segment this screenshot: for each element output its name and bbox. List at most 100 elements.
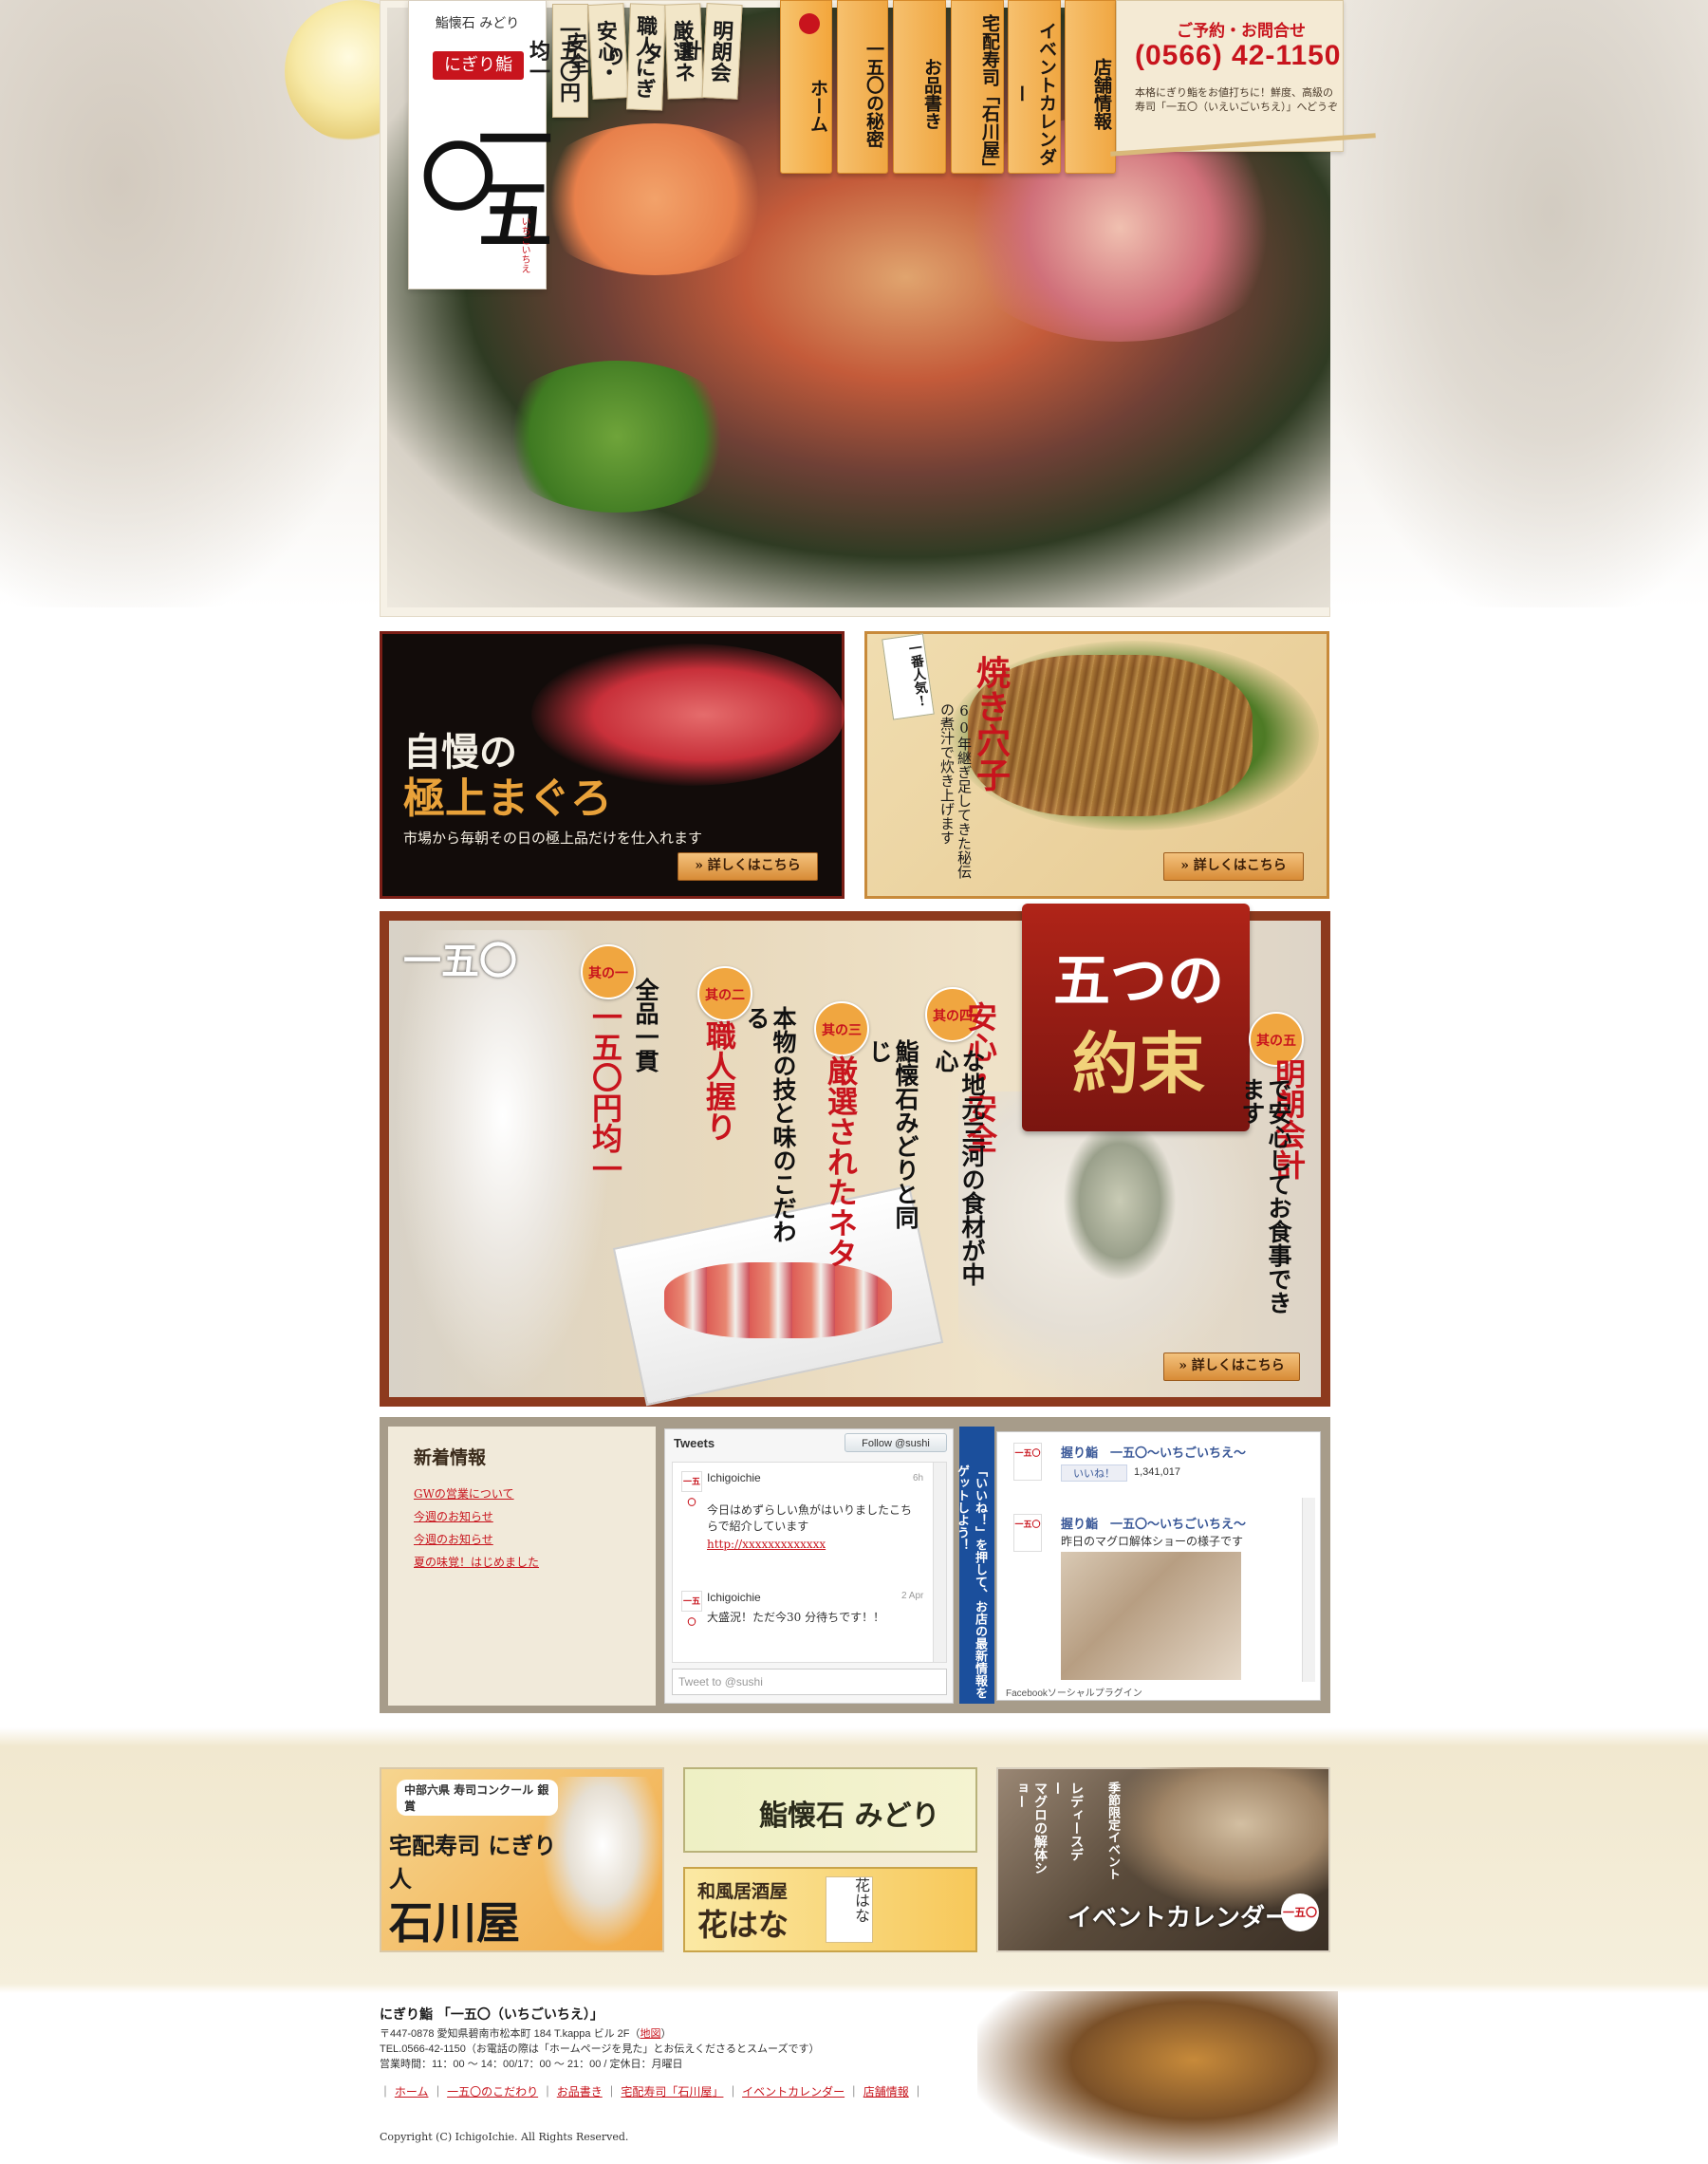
event-tuna-show: マグロの解体ショー bbox=[1013, 1782, 1048, 1875]
tweet-text: 今日はめずらしい魚がはいりましたこちらで紹介しています bbox=[707, 1503, 913, 1533]
contact-title: ご予約・お問合せ bbox=[1177, 22, 1306, 41]
nav-delivery[interactable]: 宅配寿司「石川屋」 bbox=[951, 0, 1004, 177]
promise-2-black: 本物の技と味のこだわる bbox=[743, 1006, 797, 1243]
footer-hours: 営業時間：11：00 〜 14：00/17：00 〜 21：00 / 定休日：月… bbox=[380, 2059, 683, 2070]
facebook-scrollbar[interactable] bbox=[1302, 1498, 1315, 1682]
footer-restaurant-photo bbox=[977, 1991, 1338, 2164]
sushi-on-plate bbox=[664, 1262, 892, 1338]
facebook-post-text: 昨日のマグロ解体ショーの様子です bbox=[1061, 1535, 1244, 1548]
event-calendar-title: イベントカレンダー bbox=[1068, 1904, 1290, 1932]
hana-name: 花はな bbox=[697, 1907, 789, 1943]
logo-top-text: 鮨懐石 みどり bbox=[435, 16, 520, 31]
nav-home-dot-icon bbox=[799, 13, 820, 34]
hana-subtitle: 和風居酒屋 bbox=[697, 1881, 789, 1902]
promise-badge-3: 其の三 bbox=[814, 1001, 869, 1056]
facebook-like-count: 1,341,017 bbox=[1134, 1466, 1180, 1478]
footer-link-menu[interactable]: お品書き bbox=[557, 2085, 603, 2099]
promise-5-black: で安心してお食事できます bbox=[1238, 1077, 1292, 1315]
promise-button[interactable]: » 詳しくはこちら bbox=[1163, 1352, 1300, 1381]
facebook-post-avatar: 一五〇 bbox=[1013, 1514, 1042, 1552]
footer-name: にぎり鮨 「一五〇（いちごいちえ）」 bbox=[380, 2007, 603, 2023]
nav-secret-label: 一五〇の秘密 bbox=[863, 39, 884, 148]
tweet-author[interactable]: Ichigoichie bbox=[707, 1471, 840, 1484]
midori-name: 鮨懐石 みどり bbox=[759, 1800, 940, 1833]
tweet-input[interactable]: Tweet to @sushi bbox=[672, 1669, 947, 1695]
footer-link-secret[interactable]: 一五〇のこだわり bbox=[447, 2085, 538, 2099]
promise-2-red: 職人握り bbox=[701, 1020, 737, 1142]
hero-salmon bbox=[531, 123, 778, 275]
promise-4-black: な地元三河の食材が中心 bbox=[932, 1049, 986, 1286]
banner-tuna-button[interactable]: » 詳しくはこちら bbox=[678, 852, 818, 881]
contact-text: 本格にぎり鮨をお値打ちに！鮮度、高級の寿司「一五〇（いえいごいちえ）」へどうぞ bbox=[1135, 86, 1338, 113]
tweet-text: 大盛況！ただ今30 分待ちです！！ bbox=[707, 1611, 885, 1624]
twitter-scrollbar[interactable] bbox=[933, 1463, 946, 1662]
news-title: 新着情報 bbox=[414, 1447, 487, 1468]
event-seasonal: 季節限定イベント bbox=[1105, 1782, 1120, 1880]
chef-image bbox=[394, 930, 612, 1395]
facebook-post-photo[interactable] bbox=[1061, 1552, 1241, 1680]
tag-clear-billing: 明朗会計 bbox=[677, 3, 743, 100]
hero-greens bbox=[493, 361, 740, 513]
facebook-like-button[interactable]: いいね！ bbox=[1061, 1464, 1127, 1482]
hana-logo: 花はな bbox=[826, 1876, 873, 1943]
footer-link-delivery[interactable]: 宅配寿司「石川屋」 bbox=[621, 2085, 723, 2099]
promise-badge-1: 其の一 bbox=[581, 944, 636, 999]
promise-title2: 約束 bbox=[1072, 1024, 1205, 1103]
facebook-side-banner: 「いいね！」を押して、お店の最新情報をゲットしよう！ bbox=[955, 1427, 994, 1704]
background-photo-right bbox=[1319, 0, 1708, 607]
tweet-avatar: 一五〇 bbox=[681, 1591, 702, 1628]
nav-secret[interactable]: 一五〇の秘密 bbox=[837, 0, 888, 174]
news-item[interactable]: 夏の味覚！はじめました bbox=[414, 1554, 641, 1570]
news-item[interactable]: 今週のお知らせ bbox=[414, 1508, 641, 1524]
ishikawa-subtitle: 宅配寿司 にぎり人 bbox=[389, 1832, 557, 1893]
banner-tuna-subtitle: 市場から毎朝その日の極上品だけを仕入れます bbox=[403, 830, 703, 847]
tweet-author[interactable]: Ichigoichie bbox=[707, 1591, 840, 1604]
promise-logo: 一五〇 bbox=[403, 939, 517, 983]
footer-link-store[interactable]: 店舗情報 bbox=[863, 2085, 909, 2099]
banner-anago-subtitle: 60年継ぎ足してきた秘伝の煮汁で炊き上げます bbox=[938, 702, 973, 879]
footer-address: 〒447-0878 愛知県碧南市松本町 184 T.kappa ビル 2F（地図… bbox=[380, 2028, 672, 2040]
twitter-follow-button[interactable]: Follow @sushi bbox=[845, 1433, 947, 1452]
facebook-page-name[interactable]: 握り鮨 一五〇～いちごいちえ～ bbox=[1061, 1443, 1298, 1461]
logo-badge: にぎり鮨 bbox=[433, 51, 524, 80]
footer-map-link[interactable]: 地図 bbox=[640, 2028, 660, 2040]
promise-1-black: 全品一貫 bbox=[632, 978, 659, 1073]
banner-anago-button[interactable]: » 詳しくはこちら bbox=[1163, 852, 1304, 881]
news-item[interactable]: 今週のお知らせ bbox=[414, 1531, 641, 1547]
banner-tuna-title2: 極上まぐろ bbox=[403, 774, 612, 823]
promise-3-red: 厳選されたネタ bbox=[823, 1055, 859, 1268]
nav-delivery-label: 宅配寿司「石川屋」 bbox=[979, 14, 1000, 177]
twitter-header: Tweets bbox=[674, 1436, 715, 1450]
promise-1-red: 一五〇円均一 bbox=[587, 1001, 623, 1184]
nav-home-label: ホーム bbox=[808, 79, 828, 133]
nav-event-calendar[interactable]: イベントカレンダー bbox=[1008, 0, 1061, 174]
footer-links: ｜ ホーム ｜ 一五〇のこだわり ｜ お品書き ｜ 宅配寿司「石川屋」 ｜ イベ… bbox=[380, 2085, 924, 2099]
facebook-post-author[interactable]: 握り鮨 一五〇～いちごいちえ～ bbox=[1061, 1514, 1298, 1532]
ishikawa-name: 石川屋 bbox=[389, 1897, 520, 1949]
footer-address-text: 〒447-0878 愛知県碧南市松本町 184 T.kappa ビル 2F bbox=[380, 2028, 630, 2040]
nav-menu[interactable]: お品書き bbox=[893, 0, 946, 174]
footer-copyright: Copyright (C) IchigoIchie. All Rights Re… bbox=[380, 2131, 629, 2143]
event-ladies-day: レディースデー bbox=[1049, 1782, 1084, 1861]
nav-menu-label: お品書き bbox=[921, 57, 942, 130]
facebook-footer[interactable]: Facebookソーシャルプラグイン bbox=[1006, 1685, 1290, 1699]
facebook-avatar: 一五〇 bbox=[1013, 1443, 1042, 1481]
promise-title1: 五つの bbox=[1053, 948, 1224, 1015]
footer-link-home[interactable]: ホーム bbox=[395, 2085, 429, 2099]
fish-image bbox=[1063, 1120, 1177, 1281]
nav-event-calendar-label: イベントカレンダー bbox=[1011, 21, 1057, 166]
footer-link-event[interactable]: イベントカレンダー bbox=[742, 2085, 845, 2099]
nav-store-info-label: 店舗情報 bbox=[1091, 57, 1112, 130]
news-item[interactable]: GWの営業について bbox=[414, 1485, 641, 1502]
contact-phone[interactable]: (0566) 42-1150 bbox=[1135, 40, 1344, 72]
event-logo: 一五〇 bbox=[1281, 1894, 1319, 1931]
footer-tel: TEL.0566-42-1150（お電話の際は「ホームページを見た」とお伝えくだ… bbox=[380, 2043, 820, 2055]
tweet-link[interactable]: http://xxxxxxxxxxxxx bbox=[707, 1538, 897, 1551]
nav-store-info[interactable]: 店舗情報 bbox=[1065, 0, 1116, 174]
event-tuna-image bbox=[1110, 1767, 1328, 1910]
twitter-timeline bbox=[672, 1462, 947, 1663]
promise-3-black: 鮨懐石みどりと同じ bbox=[865, 1039, 919, 1229]
logo-reading: いちごいちえ bbox=[519, 216, 529, 273]
ishikawa-award: 中部六県 寿司コンクール 銀賞 bbox=[397, 1780, 558, 1816]
tweet-avatar: 一五〇 bbox=[681, 1471, 702, 1508]
